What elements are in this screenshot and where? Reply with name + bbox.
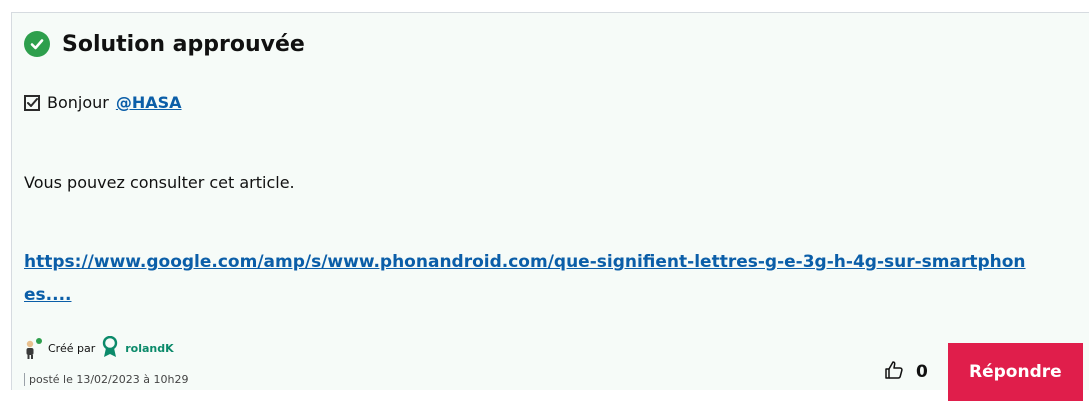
posted-date: posté le 13/02/2023 à 10h29	[24, 373, 188, 386]
solution-card: Solution approuvée Bonjour @HASA Vous po…	[11, 12, 1089, 401]
checkbox-checked-icon	[24, 94, 40, 111]
greeting-text: Bonjour	[47, 93, 109, 112]
user-avatar-icon[interactable]	[20, 337, 42, 360]
thumbs-up-icon[interactable]	[884, 360, 904, 384]
article-link[interactable]: https://www.google.com/amp/s/www.phonand…	[24, 246, 1034, 312]
created-by-label: Créé par	[48, 342, 96, 355]
award-ribbon-icon	[101, 335, 119, 361]
post-actions: 0 Répondre	[884, 343, 1083, 401]
post-body-text: Vous pouvez consulter cet article.	[24, 173, 295, 192]
solution-title: Solution approuvée	[62, 31, 305, 57]
like-count: 0	[916, 362, 928, 382]
author-username[interactable]: rolandK	[125, 342, 173, 355]
author-meta: Créé par rolandK	[20, 335, 174, 361]
reply-button[interactable]: Répondre	[947, 343, 1083, 401]
check-circle-icon	[24, 31, 50, 57]
greeting-line: Bonjour @HASA	[24, 93, 182, 112]
solution-header: Solution approuvée	[24, 31, 305, 57]
mention-link[interactable]: @HASA	[116, 93, 182, 112]
online-dot	[36, 337, 42, 344]
